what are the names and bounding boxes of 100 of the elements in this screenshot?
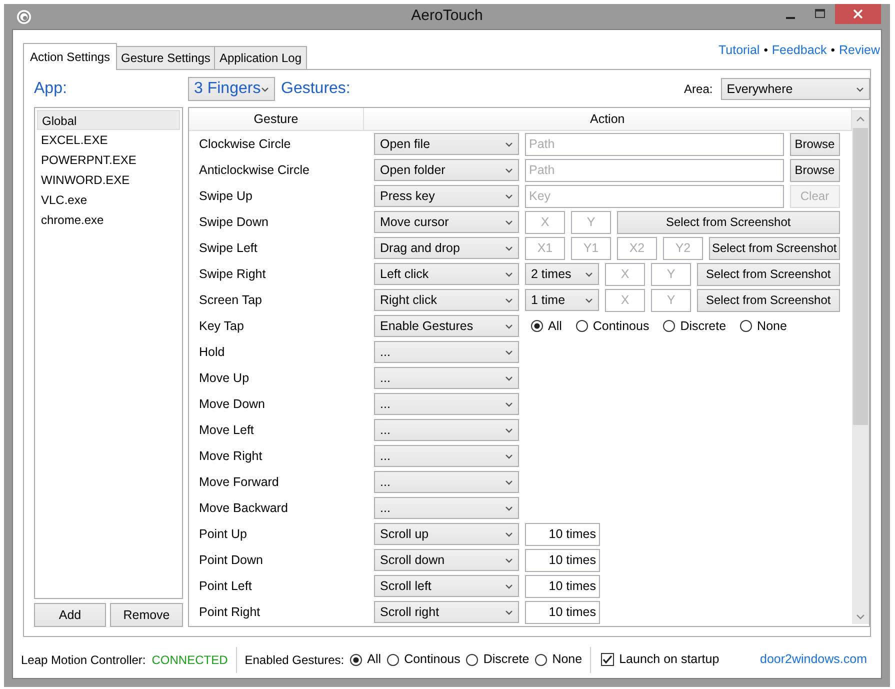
column-header: Gesture xyxy=(189,108,364,130)
caret-icon xyxy=(505,402,513,406)
input-field[interactable]: X xyxy=(605,262,645,286)
tab[interactable]: Application Log xyxy=(214,46,306,69)
caret-icon xyxy=(505,610,513,614)
input-field[interactable]: Path xyxy=(525,158,784,182)
radio-icon xyxy=(387,654,400,666)
radio-button[interactable]: None xyxy=(740,316,787,336)
link[interactable]: Feedback xyxy=(772,41,827,60)
gesture-name: Move Left xyxy=(198,422,255,439)
caret-icon xyxy=(856,86,864,92)
action-dropdown[interactable]: ... xyxy=(374,445,519,467)
input-field[interactable]: Path xyxy=(525,132,784,156)
close-button[interactable] xyxy=(835,4,881,24)
action-dropdown[interactable]: Open file xyxy=(374,133,519,155)
radio-button[interactable]: All xyxy=(350,650,382,669)
action-dropdown[interactable]: Scroll down xyxy=(374,549,519,571)
input-field[interactable]: X1 xyxy=(525,236,565,260)
action-dropdown[interactable]: Right click xyxy=(374,289,519,311)
action-dropdown[interactable]: Scroll right xyxy=(374,601,519,623)
app-item[interactable]: chrome.exe xyxy=(37,210,180,230)
tab[interactable]: Gesture Settings xyxy=(116,46,216,69)
action-button[interactable]: Select from Screenshot xyxy=(709,236,840,260)
app-icon xyxy=(16,8,32,24)
action-dropdown[interactable]: Enable Gestures xyxy=(374,315,519,337)
area-label: Area: xyxy=(684,81,713,98)
caret-icon xyxy=(585,272,593,276)
action-dropdown[interactable]: Open folder xyxy=(374,159,519,181)
app-item[interactable]: Global xyxy=(37,110,180,130)
add-button[interactable]: Add xyxy=(34,603,106,627)
checkbox[interactable]: Launch on startup xyxy=(601,650,720,669)
link[interactable]: Tutorial xyxy=(718,41,760,60)
input-field[interactable]: X2 xyxy=(617,236,657,260)
action-button[interactable]: Select from Screenshot xyxy=(697,262,840,286)
app-item[interactable]: POWERPNT.EXE xyxy=(37,150,180,170)
window-title: AeroTouch xyxy=(411,6,483,26)
scroll-up-icon[interactable] xyxy=(856,116,865,122)
website-link[interactable]: door2windows.com xyxy=(760,650,867,669)
action-button[interactable]: Browse xyxy=(790,132,840,156)
radio-icon xyxy=(350,654,362,666)
radio-button[interactable]: Continous xyxy=(387,650,460,669)
radio-icon xyxy=(663,320,676,332)
input-field[interactable]: X xyxy=(605,288,645,312)
count-dropdown[interactable]: 2 times xyxy=(525,263,599,285)
scrollbar[interactable] xyxy=(852,110,869,624)
gesture-name: Point Left xyxy=(198,578,253,595)
gesture-name: Swipe Up xyxy=(198,188,254,205)
radio-icon xyxy=(740,320,752,332)
action-dropdown[interactable]: ... xyxy=(374,367,519,389)
caret-icon xyxy=(505,506,513,510)
input-field[interactable]: 10 times xyxy=(525,548,600,572)
input-field[interactable]: Y xyxy=(651,262,691,286)
app-item[interactable]: WINWORD.EXE xyxy=(37,170,180,190)
fingers-dropdown[interactable]: 3 Fingers xyxy=(188,77,275,101)
radio-button[interactable]: All xyxy=(531,316,562,336)
scroll-thumb[interactable] xyxy=(852,128,868,425)
area-dropdown[interactable]: Everywhere xyxy=(720,78,870,100)
input-field[interactable]: Y2 xyxy=(663,236,703,260)
radio-button[interactable]: None xyxy=(535,650,582,669)
caret-icon xyxy=(505,142,513,146)
action-dropdown[interactable]: Press key xyxy=(374,185,519,207)
radio-button[interactable]: Continous xyxy=(576,316,650,336)
action-button[interactable]: Select from Screenshot xyxy=(617,210,840,234)
action-button[interactable]: Browse xyxy=(790,158,840,182)
caret-icon xyxy=(505,428,513,432)
input-field[interactable]: 10 times xyxy=(525,574,600,598)
app-item[interactable]: VLC.exe xyxy=(37,190,180,210)
count-dropdown[interactable]: 1 time xyxy=(525,289,599,311)
action-dropdown[interactable]: Scroll up xyxy=(374,523,519,545)
action-dropdown[interactable]: Drag and drop xyxy=(374,237,519,259)
action-dropdown[interactable]: Move cursor xyxy=(374,211,519,233)
caret-icon xyxy=(505,480,513,484)
link[interactable]: Review xyxy=(839,41,880,60)
gesture-name: Anticlockwise Circle xyxy=(198,162,310,179)
remove-button[interactable]: Remove xyxy=(110,603,183,627)
action-dropdown[interactable]: ... xyxy=(374,419,519,441)
action-dropdown[interactable]: ... xyxy=(374,341,519,363)
input-field[interactable]: 10 times xyxy=(525,522,600,546)
action-dropdown[interactable]: Left click xyxy=(374,263,519,285)
input-field[interactable]: Y xyxy=(651,288,691,312)
scroll-down-icon[interactable] xyxy=(856,614,865,620)
status-label: Leap Motion Controller: xyxy=(21,652,146,668)
action-button[interactable]: Select from Screenshot xyxy=(697,288,840,312)
caret-icon xyxy=(505,532,513,536)
action-dropdown[interactable]: Scroll left xyxy=(374,575,519,597)
action-dropdown[interactable]: ... xyxy=(374,471,519,493)
radio-button[interactable]: Discrete xyxy=(466,650,530,669)
input-field[interactable]: X xyxy=(525,210,565,234)
radio-button[interactable]: Discrete xyxy=(663,316,726,336)
gesture-name: Swipe Right xyxy=(198,266,267,283)
input-field[interactable]: Y xyxy=(571,210,611,234)
action-dropdown[interactable]: ... xyxy=(374,393,519,415)
caret-icon xyxy=(505,298,513,302)
tab[interactable]: Action Settings xyxy=(23,43,118,70)
input-field[interactable]: Key xyxy=(525,184,784,208)
input-field[interactable]: Y1 xyxy=(571,236,611,260)
gesture-name: Point Up xyxy=(198,526,248,543)
app-item[interactable]: EXCEL.EXE xyxy=(37,130,180,150)
action-dropdown[interactable]: ... xyxy=(374,497,519,519)
input-field[interactable]: 10 times xyxy=(525,600,600,624)
